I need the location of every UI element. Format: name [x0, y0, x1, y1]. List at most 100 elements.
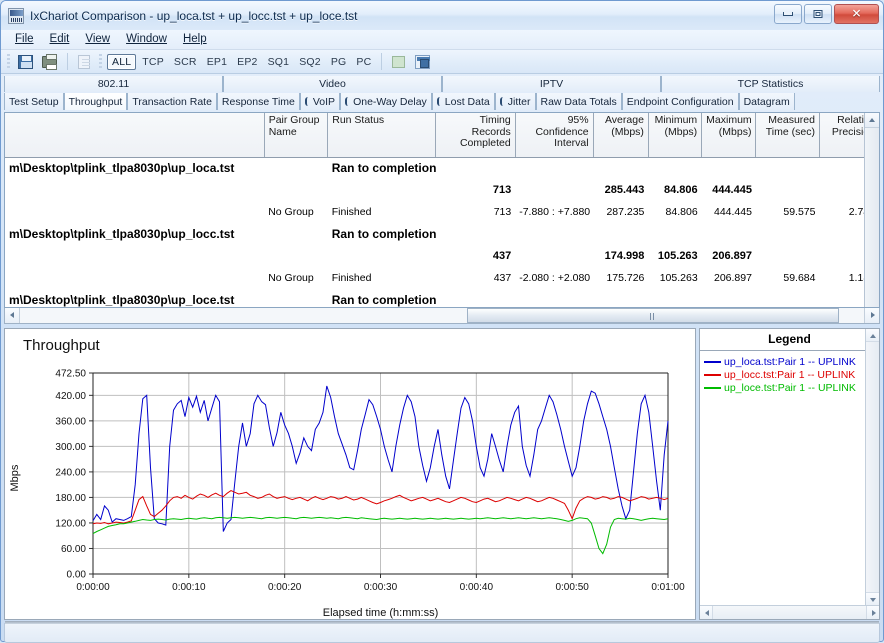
legend-scroll-up-icon[interactable] — [866, 329, 879, 342]
filter-pg-button[interactable]: PG — [327, 55, 351, 69]
col-header-timing-records[interactable]: Timing Records Completed — [435, 113, 516, 158]
legend-item[interactable]: up_locc.tst:Pair 1 -- UPLINK — [702, 368, 879, 381]
filter-tcp-button[interactable]: TCP — [138, 55, 168, 69]
legend-item[interactable]: up_loce.tst:Pair 1 -- UPLINK — [702, 381, 879, 394]
y-tick-label: 60.00 — [61, 544, 86, 555]
tab-voip-label: VoIP — [312, 95, 336, 108]
scroll-left-arrow-icon[interactable] — [5, 308, 20, 323]
spreadsheet-export-button[interactable] — [388, 52, 410, 72]
y-tick-label: 472.50 — [55, 369, 86, 380]
legend-h-track[interactable] — [713, 606, 866, 619]
table-vertical-scrollbar[interactable] — [864, 113, 879, 307]
table-row[interactable]: m\Desktop\tplink_tlpa8030p\up_loca.tst Ra… — [5, 157, 879, 179]
legend-scroll-down-icon[interactable] — [866, 592, 879, 605]
copy-button[interactable] — [74, 52, 96, 72]
filter-scr-button[interactable]: SCR — [170, 55, 201, 69]
row-maximum: 206.897 — [714, 272, 752, 284]
row-name — [5, 245, 264, 267]
tab-transaction-rate[interactable]: Transaction Rate — [127, 93, 217, 110]
filter-ep1-button[interactable]: EP1 — [203, 55, 231, 69]
row-confidence-interval: -2.080 : +2.080 — [519, 272, 591, 284]
chart-mark-icon — [304, 97, 310, 106]
window-title: IxChariot Comparison - up_loca.tst + up_… — [30, 8, 358, 23]
print-icon — [42, 53, 57, 70]
tab-tcp-statistics[interactable]: TCP Statistics — [661, 76, 880, 92]
col-header-average[interactable]: Average (Mbps) — [593, 113, 649, 158]
toolbar-grip-2 — [99, 53, 102, 70]
col-header-measured-time[interactable]: Measured Time (sec) — [755, 113, 820, 158]
print-button[interactable] — [39, 52, 61, 72]
table-horizontal-scrollbar[interactable] — [4, 308, 880, 324]
row-measured-time — [756, 245, 820, 267]
row-run-status — [328, 245, 436, 267]
tab-80211[interactable]: 802.11 — [4, 76, 223, 92]
table-row[interactable]: No Group Finished 437 -2.080 : +2.080 175.72… — [5, 267, 879, 289]
filter-sq1-button[interactable]: SQ1 — [264, 55, 294, 69]
results-table-panel[interactable]: Pair Group Name Run Status Timing Records… — [4, 112, 880, 308]
tab-raw-data-totals[interactable]: Raw Data Totals — [535, 93, 622, 110]
col-header-run-status[interactable]: Run Status — [327, 113, 436, 158]
close-button[interactable]: ✕ — [834, 4, 879, 24]
tab-one-way-delay[interactable]: One-Way Delay — [340, 93, 432, 110]
tab-iptv[interactable]: IPTV — [442, 76, 661, 92]
row-pair-group-name — [264, 157, 328, 179]
minimize-button[interactable] — [774, 4, 802, 24]
h-scroll-track[interactable] — [20, 308, 864, 323]
filter-all-button[interactable]: ALL — [107, 53, 137, 70]
col-header-maximum[interactable]: Maximum (Mbps) — [701, 113, 757, 158]
save-button[interactable] — [15, 52, 37, 72]
tab-video[interactable]: Video — [223, 76, 442, 92]
menu-view[interactable]: View — [77, 31, 118, 48]
filter-ep2-button[interactable]: EP2 — [233, 55, 261, 69]
table-row[interactable]: 713 285.443 84.806 444.445 — [5, 179, 879, 201]
table-row[interactable]: 437 174.998 105.263 206.897 — [5, 245, 879, 267]
tab-voip[interactable]: VoIP — [299, 93, 341, 110]
legend-horizontal-scrollbar[interactable] — [700, 605, 879, 619]
col-header-maximum-l2: (Mbps) — [718, 125, 752, 138]
tab-lost-data[interactable]: Lost Data — [431, 93, 495, 110]
col-header-average-l2: (Mbps) — [611, 125, 644, 138]
h-scroll-thumb[interactable] — [467, 308, 839, 323]
row-name: m\Desktop\tplink_tlpa8030p\up_loca.tst — [9, 161, 235, 176]
tab-test-setup[interactable]: Test Setup — [4, 93, 64, 110]
table-row[interactable]: m\Desktop\tplink_tlpa8030p\up_locc.tst Ra… — [5, 223, 879, 245]
table-row[interactable]: No Group Finished 713 -7.880 : +7.880 287.23… — [5, 201, 879, 223]
legend-item-label: up_loce.tst:Pair 1 -- UPLINK — [724, 381, 856, 394]
scroll-down-arrow-icon[interactable] — [865, 113, 879, 128]
legend-scroll-left-icon[interactable] — [700, 606, 713, 619]
scroll-right-arrow-icon[interactable] — [864, 308, 879, 323]
maximize-button[interactable] — [804, 4, 832, 24]
filter-pc-button[interactable]: PC — [352, 55, 375, 69]
legend-panel[interactable]: Legend up_loca.tst:Pair 1 -- UPLINK up_lo… — [699, 328, 880, 620]
menu-edit[interactable]: Edit — [42, 31, 78, 48]
col-header-minimum-l2: (Mbps) — [664, 125, 698, 138]
tab-throughput[interactable]: Throughput — [63, 93, 128, 110]
col-header-pair-group-name[interactable]: Pair Group Name — [264, 113, 329, 158]
y-axis-title: Mbps — [9, 464, 21, 491]
row-maximum: 206.897 — [712, 250, 752, 262]
y-tick-label: 420.00 — [55, 391, 86, 402]
legend-scroll-right-icon[interactable] — [866, 606, 879, 619]
tab-response-time[interactable]: Response Time — [216, 93, 300, 110]
col-header-pair-group-name-l1: Pair Group — [268, 114, 320, 126]
table-row[interactable]: m\Desktop\tplink_tlpa8030p\up_loce.tst Ra… — [5, 289, 879, 307]
tab-jitter[interactable]: Jitter — [494, 93, 536, 110]
x-tick-label: 0:00:10 — [172, 582, 206, 593]
row-run-status: Finished — [331, 206, 372, 218]
chart-mark-icon — [436, 97, 442, 106]
menu-window[interactable]: Window — [118, 31, 175, 48]
menu-help[interactable]: Help — [175, 31, 215, 48]
filter-sq2-button[interactable]: SQ2 — [295, 55, 325, 69]
throughput-chart[interactable]: Throughput 0.00 60.00 120.00 180.00 240.00 30… — [4, 328, 696, 620]
legend-item[interactable]: up_loca.tst:Pair 1 -- UPLINK — [702, 355, 879, 368]
report-button[interactable] — [412, 52, 434, 72]
row-timing-records — [435, 157, 515, 179]
col-header-minimum[interactable]: Minimum (Mbps) — [648, 113, 703, 158]
legend-vertical-scrollbar[interactable] — [865, 329, 879, 605]
col-header-name[interactable] — [5, 113, 265, 158]
menu-file[interactable]: File — [7, 31, 42, 48]
tab-endpoint-configuration[interactable]: Endpoint Configuration — [621, 93, 739, 110]
tab-datagram[interactable]: Datagram — [738, 93, 795, 110]
legend-line-icon — [704, 386, 721, 389]
col-header-confidence-interval[interactable]: 95% Confidence Interval — [515, 113, 594, 158]
